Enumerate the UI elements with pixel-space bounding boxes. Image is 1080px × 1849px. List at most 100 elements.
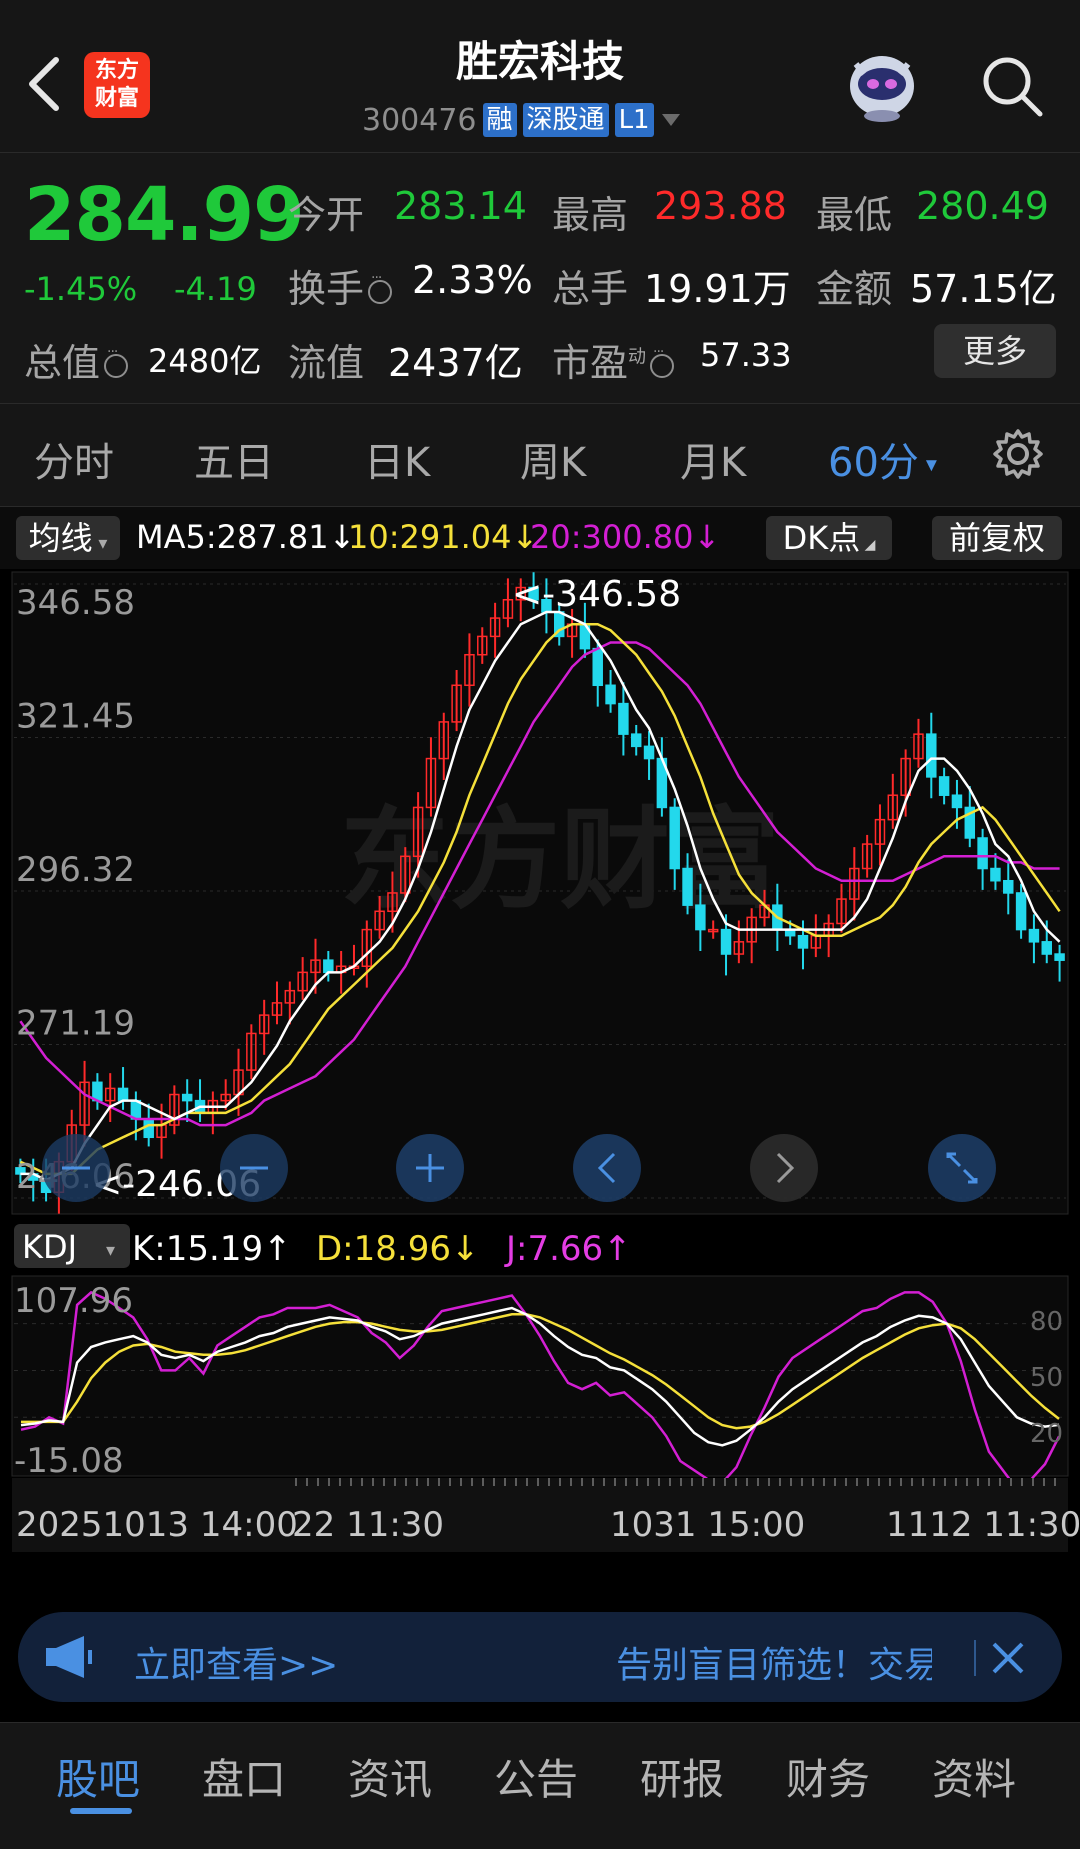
tab-five-day[interactable]: 五日 — [194, 430, 274, 488]
tab-guba[interactable]: 股吧 — [56, 1746, 140, 1807]
app-logo[interactable]: 东方 财富 — [84, 52, 150, 118]
search-icon[interactable] — [980, 54, 1044, 118]
info-icon — [368, 270, 393, 304]
forward-adjust-button[interactable]: 前复权 — [932, 516, 1062, 560]
float-label: 流值 — [288, 341, 365, 385]
logo-text-1: 东方 — [94, 58, 139, 83]
price-tick-label: 346.58 — [16, 583, 135, 623]
logo-text-2: 财富 — [94, 86, 139, 111]
banner-text: 告别盲目筛选！交易 — [616, 1645, 932, 1686]
kline-chart[interactable]: 东方财富 346.58321.45296.32271.19246.06 <-34… — [0, 568, 1080, 1598]
mktcap-label[interactable]: 总值 — [24, 332, 132, 387]
change-amount: -4.19 — [174, 270, 257, 308]
candle-down — [1041, 941, 1052, 955]
close-icon[interactable] — [990, 1640, 1026, 1676]
ma-selector[interactable]: 均线 ▾ — [16, 516, 120, 560]
candle-down — [643, 745, 655, 760]
candle-down — [323, 959, 334, 974]
candle-down — [695, 904, 706, 931]
zoom-in-button[interactable] — [396, 1134, 464, 1202]
low-label: 最低 — [816, 193, 893, 237]
stock-name[interactable]: 胜宏科技 — [340, 28, 740, 89]
back-arrow-icon[interactable] — [22, 52, 66, 116]
gear-icon[interactable] — [992, 428, 1044, 480]
ma10-value: 10:291.04↓ — [348, 518, 539, 556]
tab-order-book[interactable]: 盘口 — [202, 1746, 286, 1807]
kdj-max-label: 107.96 — [14, 1281, 133, 1321]
ma20-value: 20:300.80↓ — [530, 518, 721, 556]
tab-monthly-k[interactable]: 月K — [680, 430, 746, 488]
more-button[interactable]: 更多 — [934, 324, 1056, 378]
tab-news[interactable]: 资讯 — [348, 1746, 432, 1807]
price-tick-label: 321.45 — [16, 697, 135, 737]
candle-down — [181, 1093, 193, 1102]
candle-down — [951, 794, 963, 809]
tab-profile[interactable]: 资料 — [932, 1746, 1016, 1807]
megaphone-icon — [46, 1636, 92, 1678]
info-icon — [104, 344, 129, 378]
candle-down — [669, 806, 680, 870]
open-label: 今开 — [288, 193, 365, 237]
candle-down — [797, 934, 809, 949]
zoom-out-button[interactable] — [220, 1134, 288, 1202]
kdj-50-label: 50 — [1030, 1363, 1063, 1393]
robot-assistant-icon[interactable] — [842, 44, 922, 124]
j-value: J:7.66↑ — [504, 1229, 632, 1269]
tab-daily-k[interactable]: 日K — [364, 430, 430, 488]
tab-announcements[interactable]: 公告 — [494, 1746, 578, 1807]
stock-subline[interactable]: 300476 融 深股通 L1 — [362, 100, 682, 140]
level-tag: L1 — [614, 103, 654, 137]
tab-weekly-k[interactable]: 周K — [520, 430, 586, 488]
d-value: D:18.96↓ — [316, 1229, 479, 1269]
scroll-left-button[interactable] — [573, 1134, 641, 1202]
pe-value: 57.33 — [700, 336, 792, 374]
dk-points-button[interactable]: DK点 ◢ — [766, 516, 892, 560]
time-label-4: 1112 11:30 — [886, 1505, 1080, 1545]
pe-label[interactable]: 市盈动 — [552, 332, 678, 387]
pe-superscript: 动 — [628, 346, 647, 368]
turnover-label[interactable]: 换手 — [288, 258, 396, 313]
high-label: 最高 — [552, 193, 629, 237]
tab-intraday[interactable]: 分时 — [34, 430, 114, 488]
candle-down — [990, 867, 1001, 882]
tab-60min[interactable]: 60分 ▾ — [828, 430, 937, 488]
kdj-dropdown-icon: ▾ — [106, 1240, 115, 1261]
candle-down — [143, 1118, 154, 1139]
turnover-value: 2.33% — [412, 258, 533, 302]
active-tab-indicator — [70, 1808, 132, 1814]
tab-financials[interactable]: 财务 — [786, 1746, 870, 1807]
candle-down — [1015, 892, 1027, 931]
candle-down — [630, 733, 642, 748]
kdj-selector-label: KDJ — [22, 1228, 77, 1266]
candle-down — [618, 702, 629, 735]
candle-down — [720, 928, 732, 955]
zoom-out-button-left[interactable] — [42, 1134, 110, 1202]
candle-down — [977, 837, 988, 870]
banner-divider — [974, 1640, 976, 1676]
time-label-1: 20251013 14:00 — [16, 1505, 298, 1545]
high-value: 293.88 — [654, 184, 787, 228]
kdj-20-label: 20 — [1030, 1419, 1063, 1449]
volume-value: 19.91万 — [644, 267, 791, 311]
open-value: 283.14 — [394, 184, 527, 228]
banner-link[interactable]: 立即查看>> — [134, 1636, 338, 1688]
fullscreen-button[interactable] — [928, 1134, 996, 1202]
amount-label: 金额 — [816, 267, 893, 311]
k-value: K:15.19↑ — [132, 1229, 292, 1269]
candle-down — [1054, 953, 1065, 961]
mktcap-value: 2480亿 — [148, 342, 262, 380]
amount-value: 57.15亿 — [910, 267, 1057, 311]
time-label-3: 1031 15:00 — [610, 1505, 805, 1545]
margin-tag: 融 — [482, 103, 517, 137]
kdj-80-label: 80 — [1030, 1307, 1063, 1337]
candle-down — [592, 647, 603, 687]
change-percent: -1.45% — [24, 270, 138, 308]
max-price-marker: <-346.58 — [512, 574, 681, 615]
low-value: 280.49 — [916, 184, 1049, 228]
scroll-right-button[interactable] — [750, 1134, 818, 1202]
candle-down — [117, 1087, 129, 1102]
candle-down — [682, 867, 693, 906]
candle-down — [1028, 928, 1040, 943]
tab-research[interactable]: 研报 — [640, 1746, 724, 1807]
candle-down — [938, 776, 950, 796]
